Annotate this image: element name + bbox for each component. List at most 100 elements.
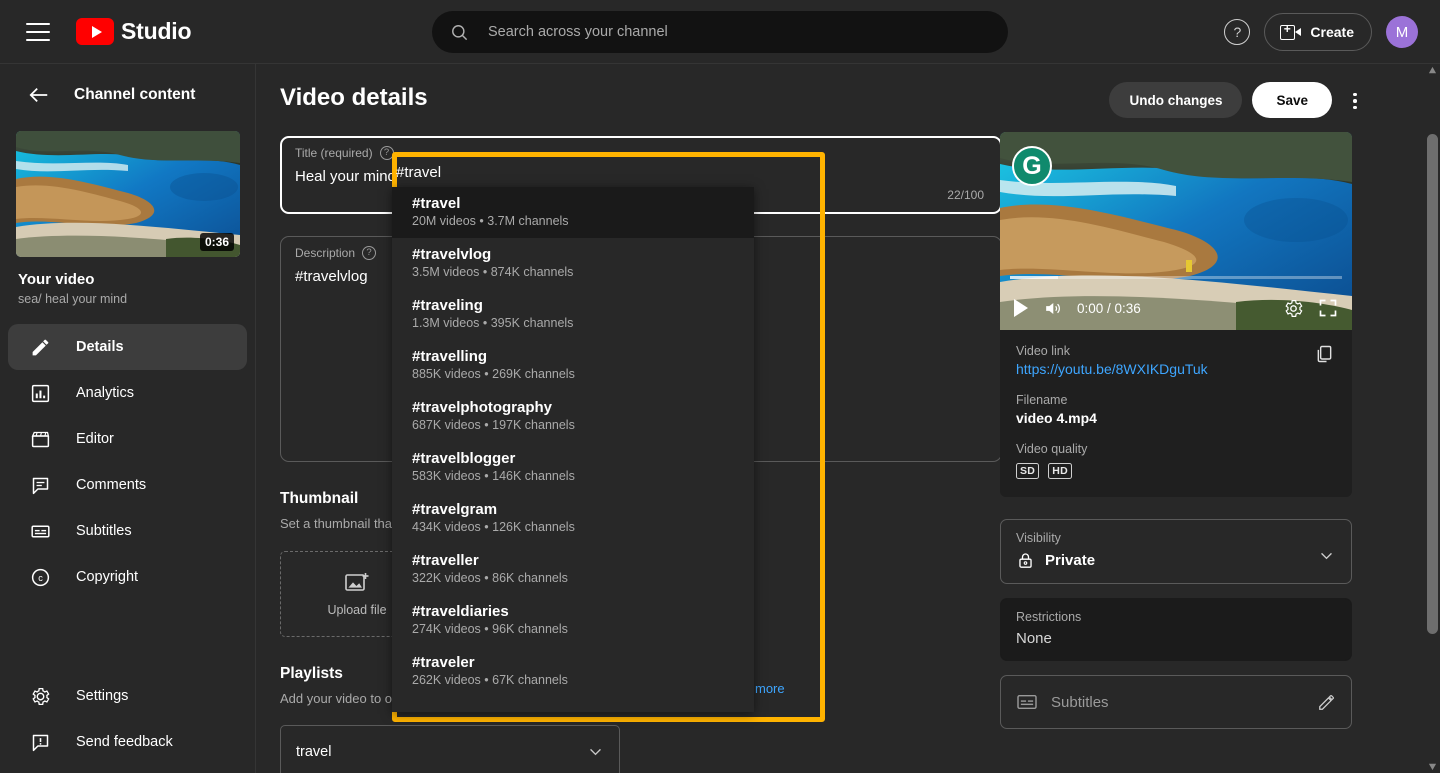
edit-pencil-icon[interactable] — [1317, 693, 1336, 712]
quality-badge-hd: HD — [1048, 463, 1072, 479]
sidebar-item-label: Send feedback — [76, 734, 173, 750]
scroll-down-arrow-icon[interactable] — [1428, 762, 1437, 771]
suggestion-stats: 583K videos • 146K channels — [412, 469, 734, 483]
sidebar-bottom-nav: Settings Send feedback — [0, 673, 256, 765]
suggestion-tag: #travel — [412, 195, 734, 212]
settings-gear-icon[interactable] — [1283, 298, 1304, 319]
help-tooltip-icon[interactable]: ? — [380, 146, 394, 160]
suggestion-item[interactable]: #travelling 885K videos • 269K channels — [392, 340, 754, 391]
hamburger-icon[interactable] — [26, 23, 50, 41]
subtitles-icon — [1016, 693, 1038, 711]
feedback-icon — [28, 730, 52, 754]
avatar[interactable]: M — [1386, 16, 1418, 48]
video-link-group: Video link https://youtu.be/8WXIKDguTuk — [1016, 344, 1336, 377]
kebab-icon[interactable] — [1344, 90, 1366, 112]
upload-file-label: Upload file — [327, 603, 386, 617]
suggestion-stats: 20M videos • 3.7M channels — [412, 214, 734, 228]
help-tooltip-icon[interactable]: ? — [362, 246, 376, 260]
scroll-up-arrow-icon[interactable] — [1428, 66, 1437, 75]
suggestion-stats: 322K videos • 86K channels — [412, 571, 734, 585]
hashtag-suggestions-dropdown[interactable]: #travel 20M videos • 3.7M channels #trav… — [392, 187, 754, 712]
restrictions-card[interactable]: Restrictions None — [1000, 598, 1352, 661]
suggestion-tag: #travelgram — [412, 501, 734, 518]
volume-icon[interactable] — [1042, 299, 1063, 318]
image-upload-icon — [344, 571, 370, 595]
save-button[interactable]: Save — [1252, 82, 1332, 118]
video-thumbnail[interactable]: 0:36 — [16, 131, 240, 257]
visibility-card[interactable]: Visibility Private — [1000, 519, 1352, 584]
scrollbar-track[interactable] — [1425, 64, 1440, 773]
video-quality-group: Video quality SD HD — [1016, 442, 1336, 479]
suggestion-stats: 262K videos • 67K channels — [412, 673, 734, 687]
pencil-icon — [28, 335, 52, 359]
bar-chart-icon — [28, 381, 52, 405]
subtitles-card[interactable]: Subtitles — [1000, 675, 1352, 729]
video-subtitle: sea/ heal your mind — [18, 292, 255, 306]
help-icon[interactable]: ? — [1224, 19, 1250, 45]
suggestion-item[interactable]: #traveling 1.3M videos • 395K channels — [392, 289, 754, 340]
suggestion-item[interactable]: #travelvlog 3.5M videos • 874K channels — [392, 238, 754, 289]
playlist-select-value: travel — [296, 744, 331, 760]
top-bar-actions: ? Create M — [1224, 0, 1418, 64]
visibility-value: Private — [1045, 552, 1095, 569]
sidebar-item-subtitles[interactable]: Subtitles — [8, 508, 247, 554]
create-button[interactable]: Create — [1264, 13, 1372, 51]
suggestion-tag: #traveler — [412, 654, 734, 671]
suggestion-item[interactable]: #travel 20M videos • 3.7M channels — [392, 187, 754, 238]
create-button-label: Create — [1310, 24, 1354, 40]
show-more-link[interactable]: more — [755, 681, 785, 696]
playlist-select[interactable]: travel — [280, 725, 620, 773]
channel-content-label: Channel content — [74, 86, 195, 104]
fullscreen-icon[interactable] — [1318, 298, 1338, 318]
suggestion-stats: 3.5M videos • 874K channels — [412, 265, 734, 279]
sidebar-item-label: Comments — [76, 477, 146, 493]
restrictions-label: Restrictions — [1016, 610, 1336, 624]
video-metadata: Video link https://youtu.be/8WXIKDguTuk … — [1000, 330, 1352, 497]
chevron-down-icon — [587, 743, 604, 760]
gear-icon — [28, 684, 52, 708]
play-icon[interactable] — [1014, 299, 1028, 317]
sidebar-item-label: Editor — [76, 431, 114, 447]
sidebar-item-label: Analytics — [76, 385, 134, 401]
sidebar-item-editor[interactable]: Editor — [8, 416, 247, 462]
suggestion-tag: #travelvlog — [412, 246, 734, 263]
filename-value: video 4.mp4 — [1016, 410, 1336, 426]
sidebar-item-comments[interactable]: Comments — [8, 462, 247, 508]
title-typed-text: #travel — [396, 164, 441, 181]
lock-icon — [1016, 551, 1035, 570]
suggestion-item[interactable]: #travelphotography 687K videos • 197K ch… — [392, 391, 754, 442]
top-bar: Studio ? Create M — [0, 0, 1440, 64]
suggestion-stats: 434K videos • 126K channels — [412, 520, 734, 534]
suggestion-item[interactable]: #travelblogger 583K videos • 146K channe… — [392, 442, 754, 493]
scrollbar-thumb[interactable] — [1427, 134, 1438, 634]
suggestion-tag: #travelblogger — [412, 450, 734, 467]
back-arrow-icon[interactable] — [28, 84, 50, 106]
filename-label: Filename — [1016, 393, 1336, 407]
sidebar-item-settings[interactable]: Settings — [8, 673, 248, 719]
sidebar-item-label: Subtitles — [76, 523, 132, 539]
undo-changes-button[interactable]: Undo changes — [1109, 82, 1242, 118]
suggestion-item[interactable]: #travelgram 434K videos • 126K channels — [392, 493, 754, 544]
sidebar-nav: Details Analytics Editor Comments — [0, 324, 255, 600]
search-input[interactable] — [488, 24, 968, 40]
suggestion-item[interactable]: #traveller 322K videos • 86K channels — [392, 544, 754, 595]
sidebar-item-analytics[interactable]: Analytics — [8, 370, 247, 416]
suggestion-item[interactable]: #traveldiaries 274K videos • 96K channel… — [392, 595, 754, 646]
search-bar[interactable] — [432, 11, 1008, 53]
brand-text: Studio — [121, 18, 191, 45]
suggestion-item[interactable]: #traveler 262K videos • 67K channels — [392, 646, 754, 697]
video-player[interactable]: G 0:00 / 0:36 — [1000, 132, 1352, 330]
sidebar-item-send-feedback[interactable]: Send feedback — [8, 719, 248, 765]
suggestion-tag: #travelphotography — [412, 399, 734, 416]
chevron-down-icon[interactable] — [1318, 547, 1335, 564]
video-link-value[interactable]: https://youtu.be/8WXIKDguTuk — [1016, 361, 1336, 377]
sidebar-item-copyright[interactable]: c Copyright — [8, 554, 247, 600]
progress-bar[interactable] — [1010, 276, 1342, 279]
sidebar-item-details[interactable]: Details — [8, 324, 247, 370]
copy-icon[interactable] — [1314, 344, 1334, 364]
comment-icon — [28, 473, 52, 497]
svg-text:c: c — [38, 573, 43, 583]
sidebar-item-label: Settings — [76, 688, 128, 704]
suggestion-tag: #traveller — [412, 552, 734, 569]
studio-logo[interactable]: Studio — [76, 18, 191, 45]
